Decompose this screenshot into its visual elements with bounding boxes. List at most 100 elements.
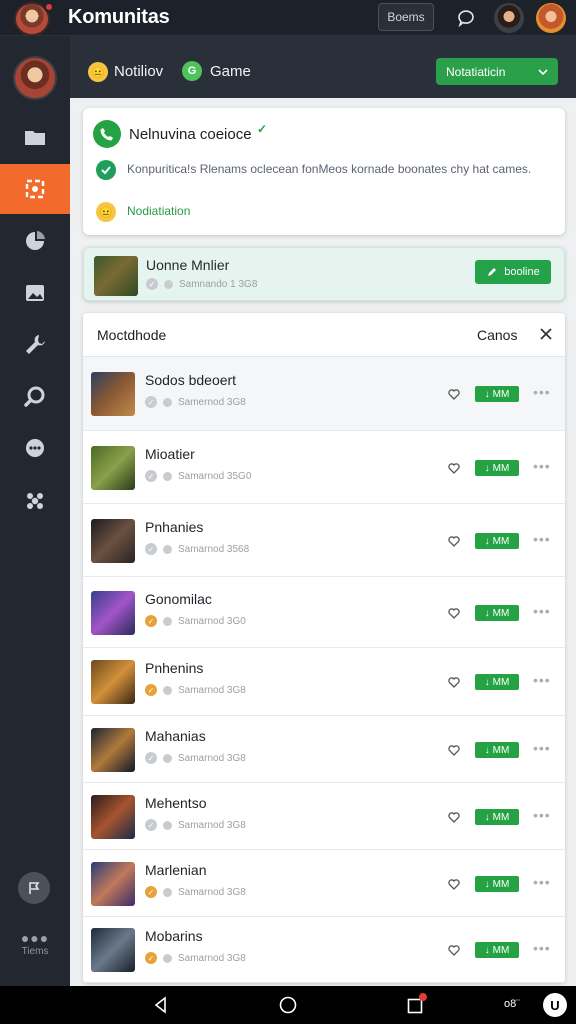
status-tag[interactable]: ↓ MM: [475, 533, 519, 549]
gamepad-icon: [27, 493, 43, 509]
featured-online-button[interactable]: booline: [475, 260, 551, 284]
status-tag-label: MM: [492, 462, 510, 474]
sidebar-item-community[interactable]: [0, 164, 70, 214]
favorite-icon[interactable]: [447, 461, 461, 475]
check-badge-icon: ✓: [145, 615, 157, 627]
status-tag-label: MM: [492, 676, 510, 688]
status-tag[interactable]: ↓ MM: [475, 674, 519, 690]
status-tag[interactable]: ↓ MM: [475, 876, 519, 892]
more-options-icon[interactable]: •••: [533, 458, 551, 474]
game-name: Pnhanies: [145, 519, 204, 535]
status-dot-icon: [164, 279, 173, 289]
header-tab-notification[interactable]: Notiliov: [114, 63, 163, 80]
user-avatar[interactable]: [536, 3, 566, 33]
header-tab-game[interactable]: Game: [210, 63, 251, 80]
game-meta-text: Samarnod 3G0: [178, 615, 246, 627]
list-item[interactable]: Pnhenins ✓ Samarnod 3G8 ↓ MM •••: [83, 648, 565, 716]
game-meta: ✓ Samarnod 3G8: [145, 886, 246, 898]
game-meta-text: Samernod 3G8: [178, 396, 246, 408]
notification-dropdown-button[interactable]: Notatiaticin: [436, 58, 558, 85]
favorite-icon[interactable]: [447, 675, 461, 689]
assistant-button[interactable]: U: [543, 993, 567, 1017]
game-meta-text: Samarnod 3G8: [178, 819, 246, 831]
more-options-icon[interactable]: •••: [533, 874, 551, 890]
favorite-icon[interactable]: [447, 943, 461, 957]
game-name: Pnhenins: [145, 660, 204, 676]
play-icon: ↓: [484, 676, 490, 688]
status-tag[interactable]: ↓ MM: [475, 809, 519, 825]
check-badge-icon: ✓: [145, 470, 157, 482]
status-tag-label: MM: [492, 811, 510, 823]
list-item[interactable]: Mahanias ✓ Samarnod 3G8 ↓ MM •••: [83, 716, 565, 783]
favorite-icon[interactable]: [447, 743, 461, 757]
status-tag[interactable]: ↓ MM: [475, 386, 519, 402]
recents-badge: [419, 993, 427, 1001]
notice-link[interactable]: Nodiatiation: [127, 204, 190, 218]
back-icon[interactable]: [150, 994, 172, 1016]
game-meta: ✓ Samarnod 3G8: [145, 952, 246, 964]
status-tag-label: MM: [492, 388, 510, 400]
game-thumbnail: [91, 591, 135, 635]
sidebar-more[interactable]: ●●● Tiems: [14, 931, 56, 957]
sidebar-item-stats[interactable]: [0, 216, 70, 266]
favorite-icon[interactable]: [447, 387, 461, 401]
more-options-icon[interactable]: •••: [533, 384, 551, 400]
more-options-icon[interactable]: •••: [533, 603, 551, 619]
top-action-button[interactable]: Boems: [378, 3, 434, 31]
favorite-icon[interactable]: [447, 877, 461, 891]
status-tag-label: MM: [492, 944, 510, 956]
favorite-icon[interactable]: [447, 810, 461, 824]
status-dot-icon: [163, 887, 172, 897]
status-tag[interactable]: ↓ MM: [475, 460, 519, 476]
featured-game-thumbnail: [94, 256, 138, 296]
more-options-icon[interactable]: •••: [533, 672, 551, 688]
sidebar-item-folder[interactable]: [0, 112, 70, 162]
sidebar-item-gallery[interactable]: [0, 268, 70, 318]
notification-dropdown-label: Notatiaticin: [446, 64, 506, 79]
check-badge-icon: ✓: [145, 396, 157, 408]
status-tag[interactable]: ↓ MM: [475, 942, 519, 958]
sidebar-item-search[interactable]: [0, 372, 70, 422]
check-badge-icon: ✓: [145, 886, 157, 898]
list-title: Moctdhode: [97, 327, 167, 343]
list-item[interactable]: Marlenian ✓ Samarnod 3G8 ↓ MM •••: [83, 850, 565, 917]
folder-icon: [25, 131, 45, 145]
list-item[interactable]: Gonomilac ✓ Samarnod 3G0 ↓ MM •••: [83, 577, 565, 648]
chevron-down-icon: [538, 68, 548, 75]
check-badge-icon: ✓: [145, 752, 157, 764]
status-tag[interactable]: ↓ MM: [475, 742, 519, 758]
sidebar-item-messages[interactable]: [0, 424, 70, 474]
sidebar-item-tools[interactable]: [0, 320, 70, 370]
favorite-icon[interactable]: [447, 606, 461, 620]
game-thumbnail: [91, 660, 135, 704]
list-item[interactable]: Sodos bdeoert ✓ Samernod 3G8 ↓ MM •••: [83, 357, 565, 431]
list-item[interactable]: Mioatier ✓ Samarnod 35G0 ↓ MM •••: [83, 431, 565, 504]
game-meta-text: Samarnod 3G8: [178, 752, 246, 764]
game-meta: ✓ Samarnod 3G8: [145, 684, 246, 696]
list-item[interactable]: Mobarins ✓ Samarnod 3G8 ↓ MM •••: [83, 917, 565, 983]
home-icon[interactable]: [277, 994, 299, 1016]
close-icon[interactable]: [535, 323, 557, 345]
sidebar-item-games[interactable]: [0, 476, 70, 526]
status-tag[interactable]: ↓ MM: [475, 605, 519, 621]
featured-game-card[interactable]: Uonne Mnlier ✓ Samnando 1 3G8 booline: [83, 247, 565, 301]
more-options-icon[interactable]: •••: [533, 940, 551, 956]
chat-bubble-icon: [26, 439, 44, 457]
more-options-icon[interactable]: •••: [533, 740, 551, 756]
sidebar-bottom-button[interactable]: [18, 872, 50, 904]
sidebar-avatar[interactable]: [13, 56, 57, 100]
favorite-icon[interactable]: [447, 534, 461, 548]
status-dot-icon: [163, 397, 172, 407]
game-thumbnail: [91, 862, 135, 906]
friend-avatar[interactable]: [494, 3, 524, 33]
cancel-button[interactable]: Canos: [477, 327, 517, 343]
list-item[interactable]: Pnhanies ✓ Samarnod 3568 ↓ MM •••: [83, 504, 565, 577]
game-name: Mehentso: [145, 795, 207, 811]
pencil-icon: [488, 268, 497, 276]
more-options-icon[interactable]: •••: [533, 531, 551, 547]
more-options-icon[interactable]: •••: [533, 807, 551, 823]
list-item[interactable]: Mehentso ✓ Samarnod 3G8 ↓ MM •••: [83, 783, 565, 850]
status-dot-icon: [163, 820, 172, 830]
chat-icon[interactable]: [454, 6, 478, 30]
profile-avatar[interactable]: [14, 2, 54, 38]
